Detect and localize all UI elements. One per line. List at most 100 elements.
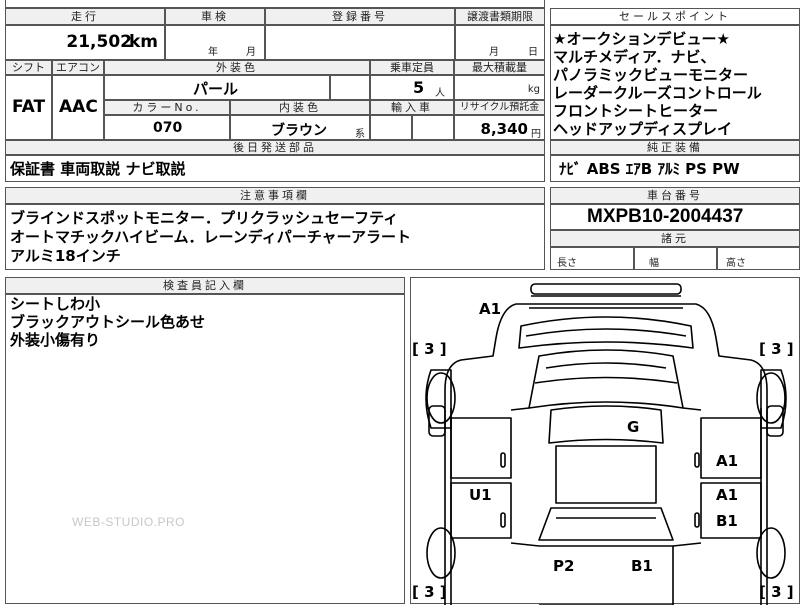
- registration-header: 登録番号: [265, 8, 455, 25]
- transfer-day-label: 日: [528, 47, 538, 58]
- front-grille: [530, 283, 682, 295]
- shift-header: シフト: [5, 60, 52, 75]
- load-unit: kg: [527, 84, 540, 95]
- recycle-unit: 円: [531, 129, 541, 140]
- dimensions-length-cell: 長さ: [550, 247, 634, 270]
- tire-front-left: [ 3 ]: [412, 340, 447, 358]
- watermark: WEB-STUDIO.PRO: [72, 515, 186, 529]
- exterior-color-extra-cell: [330, 75, 370, 100]
- right-front-door-handle: [694, 452, 700, 468]
- dimensions-width-label: 幅: [649, 258, 659, 269]
- exterior-color-header: 外装色: [104, 60, 370, 75]
- capacity-unit: 人: [435, 88, 445, 99]
- mark-a1-right-upper: A1: [716, 452, 739, 470]
- inspector-header: 検査員記入欄: [5, 277, 405, 294]
- right-rear-door-handle: [694, 512, 700, 528]
- genuine-equipment-header: 純正装備: [550, 140, 800, 155]
- inspection-month-label: 月: [246, 47, 256, 58]
- capacity-cell: 5 人: [370, 75, 454, 100]
- mark-g: G: [627, 418, 640, 436]
- deferred-parts-value: 保証書 車両取説 ナビ取説: [10, 160, 186, 178]
- notes-header: 注意事項欄: [5, 187, 545, 204]
- deferred-parts-header: 後日発送部品: [5, 140, 545, 155]
- aircon-header: エアコン: [52, 60, 104, 75]
- left-side-panel: [510, 407, 540, 547]
- roof-lower: [555, 445, 657, 504]
- notes-line-3: アルミ18インチ: [10, 247, 121, 265]
- deferred-parts-cell: 保証書 車両取説 ナビ取説: [5, 155, 545, 182]
- import-cell-a: [370, 115, 412, 140]
- inspector-line-1: シートしわ小: [10, 295, 101, 313]
- mark-b1-right: B1: [716, 512, 738, 530]
- windshield-lower: [534, 376, 678, 384]
- interior-color-header: 内装色: [230, 100, 370, 115]
- sales-point-5: フロントシートヒーター: [553, 102, 719, 120]
- interior-color-cell: ブラウン 系: [230, 115, 370, 140]
- windshield-inner: [545, 362, 667, 369]
- mark-b1-bottom: B1: [631, 557, 653, 575]
- recycle-header: リサイクル預託金: [454, 100, 545, 115]
- mark-p2: P2: [553, 557, 575, 575]
- mark-a1-right-mid: A1: [716, 486, 739, 504]
- inspection-year-label: 年: [208, 47, 218, 58]
- roof: [548, 405, 664, 444]
- windshield: [528, 349, 684, 409]
- hood-inner: [525, 328, 687, 337]
- exterior-color-value: パール: [193, 80, 239, 98]
- tire-front-right: [ 3 ]: [759, 340, 794, 358]
- mileage-value: 21,502: [66, 32, 132, 52]
- aircon-cell: AAC: [52, 75, 104, 140]
- dimensions-length-label: 長さ: [557, 258, 577, 269]
- tire-rear-left: [ 3 ]: [412, 583, 447, 601]
- mileage-unit: km: [128, 32, 158, 52]
- left-front-door-handle: [500, 452, 506, 468]
- genuine-equipment-value: ﾅﾋﾞ ABS ｴｱB ｱﾙﾐ PS PW: [559, 160, 740, 178]
- recycle-value: 8,340: [480, 120, 528, 138]
- right-mirror: [766, 405, 784, 437]
- sales-point-3: パノラミックビューモニター: [553, 66, 749, 84]
- inspector-line-2: ブラックアウトシール色あせ: [10, 313, 206, 331]
- sales-point-1: ★オークションデビュー★: [553, 30, 730, 48]
- dimensions-header: 諸元: [550, 230, 800, 247]
- trunk: [539, 545, 674, 605]
- tire-rear-right: [ 3 ]: [759, 583, 794, 601]
- sales-points-header: セールスポイント: [550, 8, 800, 25]
- transfer-month-label: 月: [489, 47, 499, 58]
- import-cell-b: [412, 115, 454, 140]
- chassis-header: 車台番号: [550, 187, 800, 204]
- left-rear-door-handle: [500, 512, 506, 528]
- interior-color-suffix: 系: [355, 129, 365, 140]
- dimensions-height-cell: 高さ: [717, 247, 800, 270]
- car-diagram-svg: [425, 283, 787, 605]
- sales-point-6: ヘッドアップディスプレイ: [553, 120, 732, 138]
- right-side-panel: [672, 407, 702, 547]
- color-no-header: カラーNo.: [104, 100, 230, 115]
- shift-cell: FAT: [5, 75, 52, 140]
- dimensions-width-cell: 幅: [634, 247, 717, 270]
- shift-value: FAT: [12, 97, 46, 117]
- notes-line-2: オートマチックハイビーム．レーンディパーチャーアラート: [10, 228, 411, 246]
- mileage-cell: 21,502 km: [5, 25, 165, 60]
- color-no-value: 070: [153, 120, 183, 136]
- recycle-cell: 8,340 円: [454, 115, 545, 140]
- max-load-header: 最大積載量: [454, 60, 545, 75]
- color-no-cell: 070: [104, 115, 230, 140]
- exterior-color-cell: パール: [104, 75, 330, 100]
- front-bumper: [529, 295, 683, 309]
- chassis-cell: MXPB10-2004437: [550, 204, 800, 230]
- dimensions-height-label: 高さ: [726, 258, 746, 269]
- capacity-value: 5: [413, 78, 425, 97]
- transfer-deadline-cell: 月 日: [455, 25, 545, 60]
- inspector-cell: シートしわ小 ブラックアウトシール色あせ 外装小傷有り: [5, 294, 405, 604]
- car-diagram-panel: A1 G A1 U1 A1 B1 P2 B1 [ 3 ] [ 3 ] [ 3 ]…: [410, 277, 800, 605]
- mark-a1-top: A1: [479, 300, 502, 318]
- inspection-header: 車検: [165, 8, 265, 25]
- interior-color-value: ブラウン: [271, 123, 327, 139]
- genuine-equipment-cell: ﾅﾋﾞ ABS ｴｱB ｱﾙﾐ PS PW: [550, 155, 800, 182]
- left-front-door: [450, 417, 512, 479]
- notes-cell: ブラインドスポットモニター．プリクラッシュセーフティ オートマチックハイビーム．…: [5, 204, 545, 270]
- import-header: 輸入車: [370, 100, 454, 115]
- inspection-cell: 年 月: [165, 25, 265, 60]
- sales-points-cell: ★オークションデビュー★ マルチメディア．ナビ、 パノラミックビューモニター レ…: [550, 25, 800, 140]
- notes-line-1: ブラインドスポットモニター．プリクラッシュセーフティ: [10, 209, 399, 227]
